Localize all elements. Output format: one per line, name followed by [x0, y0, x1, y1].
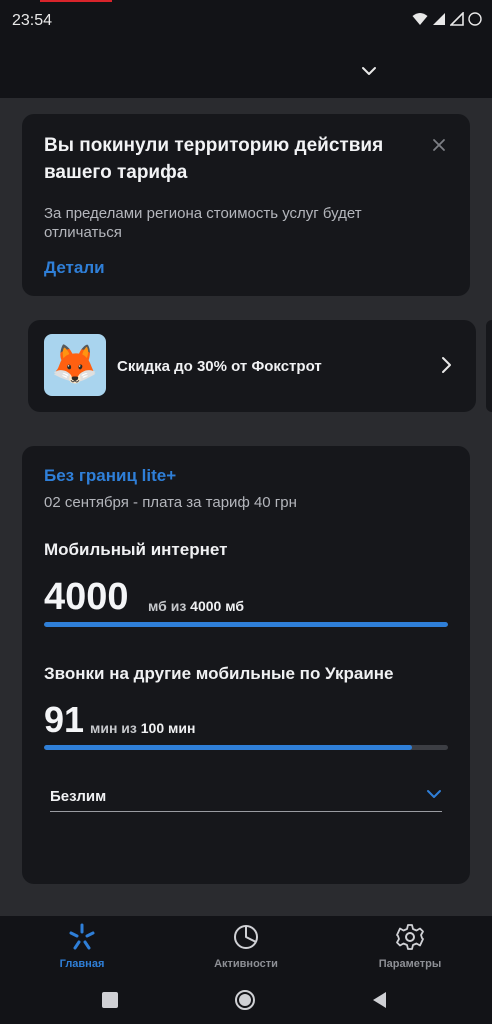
calls-total: 100 мин: [140, 720, 196, 736]
internet-progress-fill: [44, 622, 448, 627]
back-button-icon[interactable]: [368, 988, 392, 1012]
battery-icon: [468, 12, 482, 26]
roaming-alert-card: Вы покинули территорию действия вашего т…: [22, 114, 470, 296]
signal-secondary-icon: [450, 12, 464, 26]
chevron-down-icon: [427, 790, 441, 798]
status-icons: [412, 12, 482, 26]
tab-settings[interactable]: Параметры: [350, 916, 470, 978]
system-navigation-bar: [0, 978, 492, 1024]
status-time: 23:54: [12, 12, 53, 29]
tariff-card: Без границ lite+ 02 сентября - плата за …: [22, 446, 470, 884]
home-button-icon[interactable]: [233, 988, 257, 1012]
tab-home-label: Главная: [59, 958, 105, 970]
calls-progress-fill: [44, 745, 412, 750]
dropdown-value: Безлим: [50, 788, 107, 805]
calls-unit: мин из 100 мин: [90, 720, 195, 736]
signal-icon: [433, 13, 445, 25]
alert-title: Вы покинули территорию действия вашего т…: [44, 135, 384, 183]
alert-description: За пределами региона стоимость услуг буд…: [44, 205, 362, 241]
settings-gear-icon: [396, 924, 424, 950]
chevron-right-icon: [442, 357, 451, 373]
internet-remaining: 4000: [44, 576, 129, 618]
promo-text: Скидка до 30% от Фокстрот: [117, 358, 322, 375]
close-icon[interactable]: [430, 136, 448, 154]
details-link[interactable]: Детали: [44, 258, 105, 278]
fox-logo-icon: 🦊: [44, 334, 106, 396]
promo-card[interactable]: 🦊 Скидка до 30% от Фокстрот: [28, 320, 476, 412]
internet-unit: мб из 4000 мб: [148, 598, 244, 614]
tariff-name[interactable]: Без границ lite+: [44, 466, 176, 486]
top-header: [0, 44, 492, 98]
internet-progress-bar: [44, 622, 448, 627]
calls-unit-prefix: мин из: [90, 720, 137, 736]
billing-info: 02 сентября - плата за тариф 40 грн: [44, 494, 297, 511]
tab-settings-label: Параметры: [378, 958, 442, 970]
calls-progress-bar: [44, 745, 448, 750]
internet-title: Мобильный интернет: [44, 540, 228, 559]
wifi-icon: [412, 13, 428, 25]
service-dropdown[interactable]: Безлим: [50, 776, 442, 812]
expand-chevron-icon[interactable]: [358, 60, 380, 82]
home-star-icon: [69, 923, 95, 950]
fox-emoji: 🦊: [51, 344, 99, 386]
next-promo-card-peek[interactable]: [486, 320, 492, 412]
calls-title: Звонки на другие мобильные по Украине: [44, 664, 394, 683]
tab-activity-label: Активности: [214, 958, 278, 970]
bottom-tab-bar: Главная Активности Параметры: [0, 916, 492, 978]
status-bar: 23:54: [0, 0, 492, 44]
tab-home[interactable]: Главная: [22, 916, 142, 978]
internet-unit-prefix: мб из: [148, 598, 187, 614]
tab-activity[interactable]: Активности: [186, 916, 306, 978]
activity-pie-icon: [234, 925, 258, 949]
recording-indicator: [40, 0, 112, 2]
internet-total: 4000 мб: [190, 598, 245, 614]
calls-remaining: 91: [44, 699, 85, 740]
recent-apps-icon[interactable]: [98, 988, 122, 1012]
